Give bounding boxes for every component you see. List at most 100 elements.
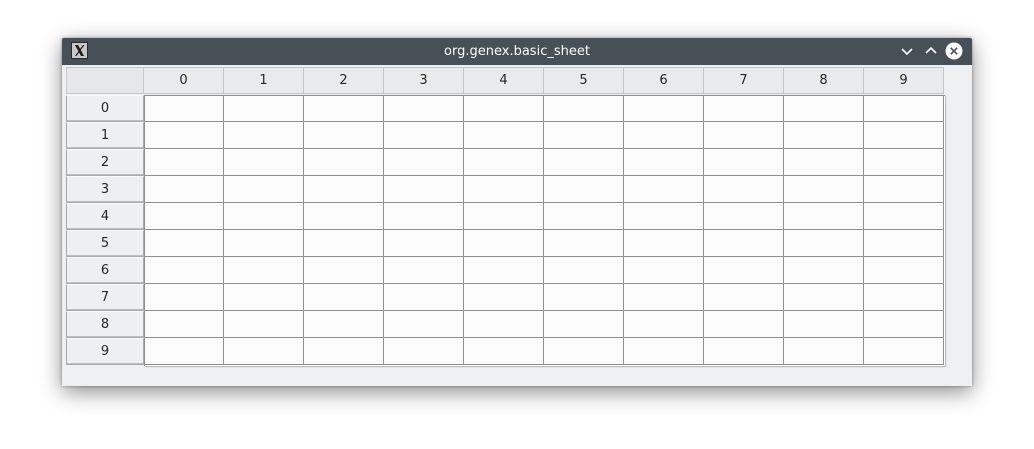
cell-r3-c9[interactable] bbox=[864, 176, 944, 203]
cell-r2-c7[interactable] bbox=[704, 149, 784, 176]
cell-r2-c5[interactable] bbox=[544, 149, 624, 176]
row-header-6[interactable]: 6 bbox=[66, 257, 144, 284]
cell-r8-c0[interactable] bbox=[144, 311, 224, 338]
cell-r9-c4[interactable] bbox=[464, 338, 544, 365]
cell-r1-c4[interactable] bbox=[464, 122, 544, 149]
cell-r8-c2[interactable] bbox=[304, 311, 384, 338]
cell-r6-c6[interactable] bbox=[624, 257, 704, 284]
cell-r8-c5[interactable] bbox=[544, 311, 624, 338]
cell-r2-c9[interactable] bbox=[864, 149, 944, 176]
cell-r1-c6[interactable] bbox=[624, 122, 704, 149]
cell-r2-c4[interactable] bbox=[464, 149, 544, 176]
cell-r6-c1[interactable] bbox=[224, 257, 304, 284]
cell-r6-c5[interactable] bbox=[544, 257, 624, 284]
row-header-7[interactable]: 7 bbox=[66, 284, 144, 311]
cell-r5-c9[interactable] bbox=[864, 230, 944, 257]
cell-r6-c9[interactable] bbox=[864, 257, 944, 284]
cell-r1-c5[interactable] bbox=[544, 122, 624, 149]
cell-r3-c0[interactable] bbox=[144, 176, 224, 203]
cell-r8-c7[interactable] bbox=[704, 311, 784, 338]
cell-r2-c3[interactable] bbox=[384, 149, 464, 176]
cell-r5-c5[interactable] bbox=[544, 230, 624, 257]
cell-r1-c3[interactable] bbox=[384, 122, 464, 149]
cell-r6-c2[interactable] bbox=[304, 257, 384, 284]
row-header-3[interactable]: 3 bbox=[66, 176, 144, 203]
column-header-1[interactable]: 1 bbox=[224, 67, 304, 94]
cell-r8-c9[interactable] bbox=[864, 311, 944, 338]
cell-r7-c7[interactable] bbox=[704, 284, 784, 311]
cell-r7-c5[interactable] bbox=[544, 284, 624, 311]
cell-r5-c2[interactable] bbox=[304, 230, 384, 257]
cell-r2-c1[interactable] bbox=[224, 149, 304, 176]
column-header-6[interactable]: 6 bbox=[624, 67, 704, 94]
cell-r1-c8[interactable] bbox=[784, 122, 864, 149]
cell-r9-c5[interactable] bbox=[544, 338, 624, 365]
row-header-4[interactable]: 4 bbox=[66, 203, 144, 230]
cell-r3-c7[interactable] bbox=[704, 176, 784, 203]
cell-r2-c8[interactable] bbox=[784, 149, 864, 176]
cell-r9-c3[interactable] bbox=[384, 338, 464, 365]
cell-r4-c8[interactable] bbox=[784, 203, 864, 230]
cell-r3-c1[interactable] bbox=[224, 176, 304, 203]
cell-r1-c2[interactable] bbox=[304, 122, 384, 149]
cell-r0-c4[interactable] bbox=[464, 95, 544, 122]
cell-r0-c5[interactable] bbox=[544, 95, 624, 122]
cell-r9-c2[interactable] bbox=[304, 338, 384, 365]
cell-r2-c0[interactable] bbox=[144, 149, 224, 176]
cell-r4-c0[interactable] bbox=[144, 203, 224, 230]
cell-r3-c8[interactable] bbox=[784, 176, 864, 203]
cell-r4-c4[interactable] bbox=[464, 203, 544, 230]
cell-r7-c0[interactable] bbox=[144, 284, 224, 311]
cell-r7-c1[interactable] bbox=[224, 284, 304, 311]
title-bar[interactable]: org.genex.basic_sheet bbox=[62, 38, 972, 65]
cell-r3-c5[interactable] bbox=[544, 176, 624, 203]
row-header-5[interactable]: 5 bbox=[66, 230, 144, 257]
column-header-2[interactable]: 2 bbox=[304, 67, 384, 94]
column-header-0[interactable]: 0 bbox=[144, 67, 224, 94]
column-header-7[interactable]: 7 bbox=[704, 67, 784, 94]
cell-r9-c6[interactable] bbox=[624, 338, 704, 365]
cell-r8-c3[interactable] bbox=[384, 311, 464, 338]
cell-r5-c3[interactable] bbox=[384, 230, 464, 257]
cell-r6-c4[interactable] bbox=[464, 257, 544, 284]
cell-r2-c2[interactable] bbox=[304, 149, 384, 176]
cell-r4-c9[interactable] bbox=[864, 203, 944, 230]
cell-r7-c9[interactable] bbox=[864, 284, 944, 311]
cell-r4-c2[interactable] bbox=[304, 203, 384, 230]
cell-r3-c3[interactable] bbox=[384, 176, 464, 203]
row-header-8[interactable]: 8 bbox=[66, 311, 144, 338]
cell-r7-c8[interactable] bbox=[784, 284, 864, 311]
column-header-8[interactable]: 8 bbox=[784, 67, 864, 94]
cell-r7-c3[interactable] bbox=[384, 284, 464, 311]
cell-r4-c5[interactable] bbox=[544, 203, 624, 230]
cell-r7-c2[interactable] bbox=[304, 284, 384, 311]
cell-r1-c0[interactable] bbox=[144, 122, 224, 149]
minimize-button[interactable] bbox=[898, 42, 916, 60]
column-header-4[interactable]: 4 bbox=[464, 67, 544, 94]
cell-r9-c8[interactable] bbox=[784, 338, 864, 365]
row-header-9[interactable]: 9 bbox=[66, 338, 144, 365]
cell-r5-c4[interactable] bbox=[464, 230, 544, 257]
cell-r9-c0[interactable] bbox=[144, 338, 224, 365]
cell-r8-c4[interactable] bbox=[464, 311, 544, 338]
close-button[interactable] bbox=[945, 42, 963, 60]
cell-r9-c9[interactable] bbox=[864, 338, 944, 365]
cell-r1-c9[interactable] bbox=[864, 122, 944, 149]
cell-r7-c4[interactable] bbox=[464, 284, 544, 311]
cell-r5-c6[interactable] bbox=[624, 230, 704, 257]
maximize-button[interactable] bbox=[922, 42, 940, 60]
cell-r4-c7[interactable] bbox=[704, 203, 784, 230]
cell-r0-c2[interactable] bbox=[304, 95, 384, 122]
cell-r5-c7[interactable] bbox=[704, 230, 784, 257]
cell-r4-c3[interactable] bbox=[384, 203, 464, 230]
cell-r0-c7[interactable] bbox=[704, 95, 784, 122]
cell-r3-c4[interactable] bbox=[464, 176, 544, 203]
cell-r5-c8[interactable] bbox=[784, 230, 864, 257]
cell-r0-c8[interactable] bbox=[784, 95, 864, 122]
cell-r0-c9[interactable] bbox=[864, 95, 944, 122]
cell-r9-c1[interactable] bbox=[224, 338, 304, 365]
row-header-2[interactable]: 2 bbox=[66, 149, 144, 176]
cell-r7-c6[interactable] bbox=[624, 284, 704, 311]
cell-r8-c1[interactable] bbox=[224, 311, 304, 338]
cell-r1-c1[interactable] bbox=[224, 122, 304, 149]
